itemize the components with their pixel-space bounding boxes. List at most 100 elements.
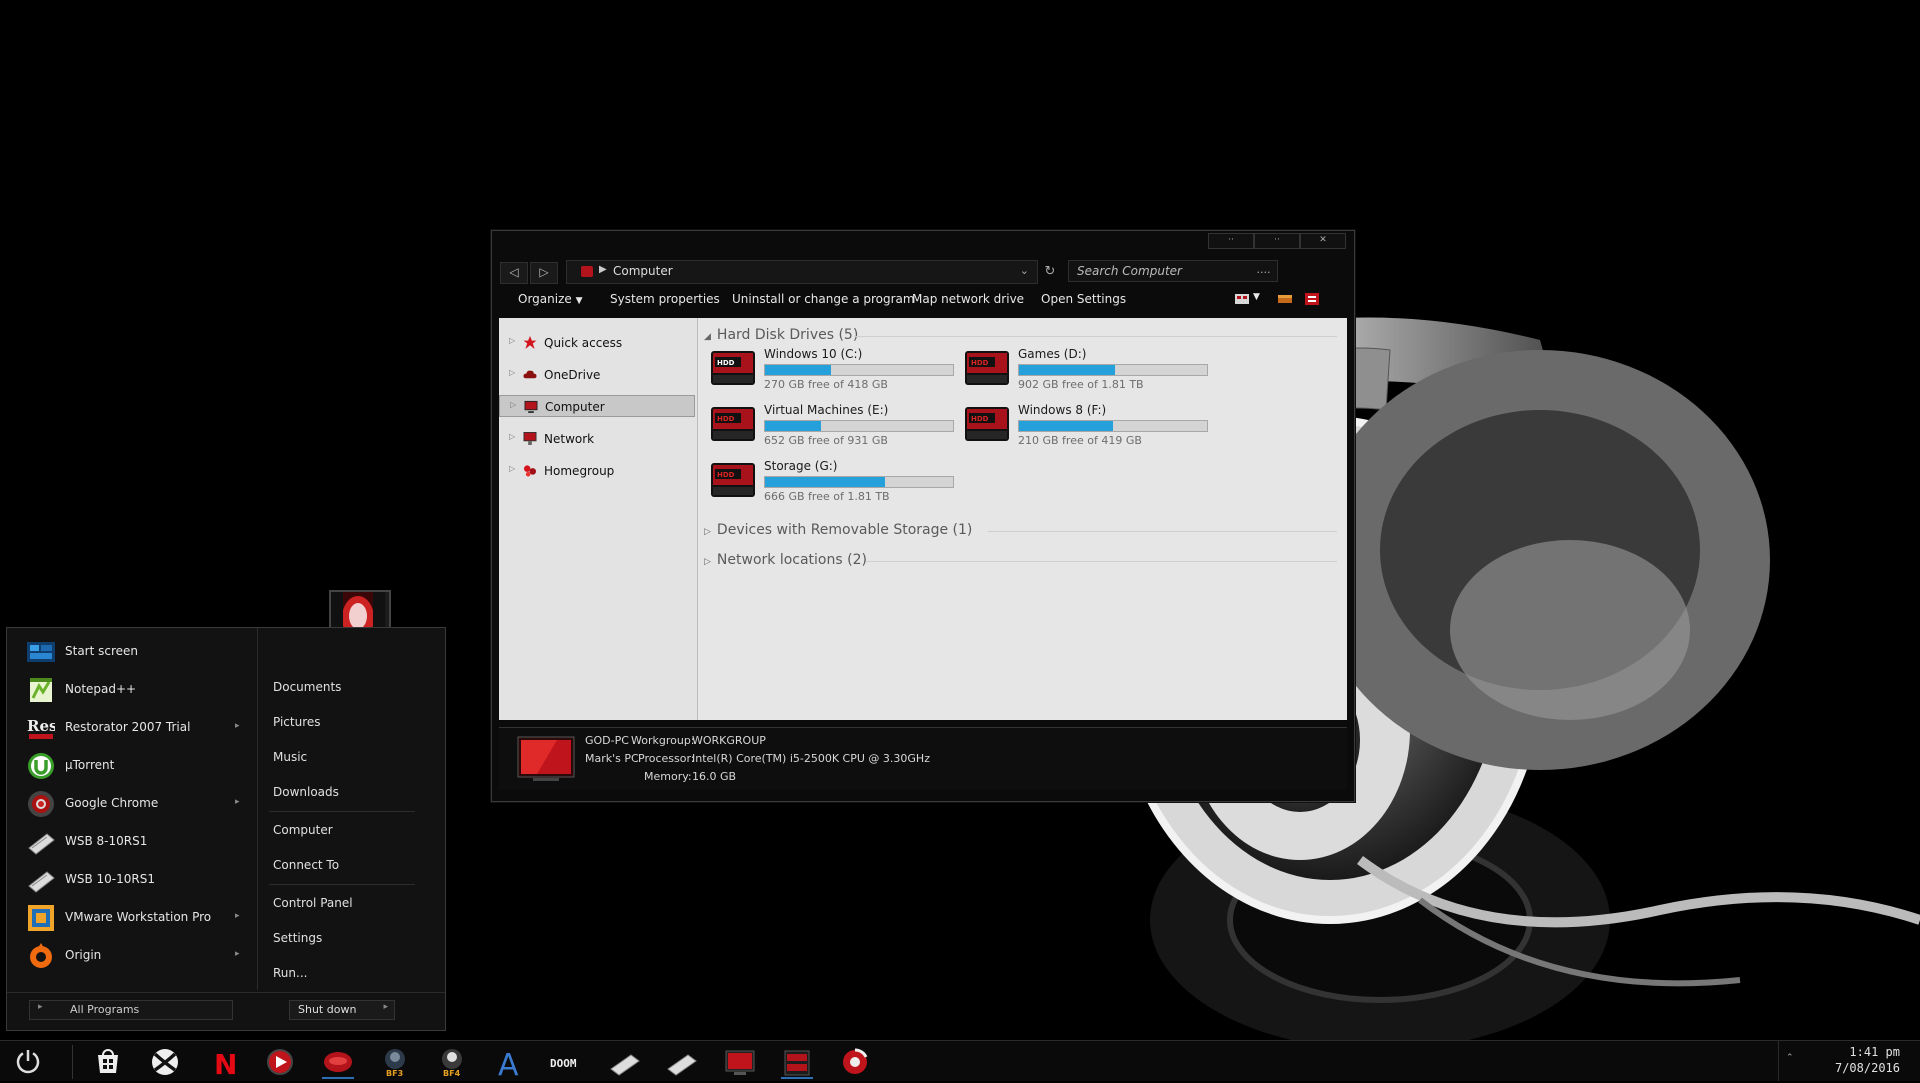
nav-item-onedrive[interactable]: ▷ OneDrive bbox=[499, 364, 695, 386]
organize-button[interactable]: Organize ▼ bbox=[518, 292, 583, 306]
program-origin[interactable]: Origin ▸ bbox=[7, 939, 257, 975]
program-vmware-workstation-pro[interactable]: VMware Workstation Pro ▸ bbox=[7, 901, 257, 937]
svg-text:BF3: BF3 bbox=[386, 1069, 403, 1078]
taskbar-file-explorer[interactable] bbox=[775, 1045, 819, 1079]
expand-arrow-icon[interactable]: ▷ bbox=[509, 368, 515, 377]
drive-windows-10-c[interactable]: HDD Windows 10 (C:) 270 GB free of 418 G… bbox=[710, 345, 960, 391]
minimize-button[interactable]: ⋅⋅ bbox=[1208, 233, 1254, 249]
search-more-button[interactable]: .... bbox=[1257, 263, 1271, 276]
program-wsb-10-10rs1[interactable]: WSB 10-10RS1 bbox=[7, 863, 257, 899]
program-start-screen[interactable]: Start screen bbox=[7, 635, 257, 671]
link-computer[interactable]: Computer bbox=[273, 823, 333, 837]
open-settings-button[interactable]: Open Settings bbox=[1041, 292, 1126, 306]
maximize-button[interactable]: ⋅⋅ bbox=[1254, 233, 1300, 249]
taskbar-bf4[interactable]: BF4 bbox=[430, 1045, 474, 1079]
expand-arrow-icon: ▷ bbox=[704, 527, 711, 537]
all-programs-button[interactable]: ▸ All Programs bbox=[29, 1000, 233, 1020]
help-icon[interactable] bbox=[1305, 293, 1319, 305]
group-divider bbox=[988, 531, 1337, 532]
nav-item-quick-access[interactable]: ▷ Quick access bbox=[499, 332, 695, 354]
search-placeholder: Search Computer bbox=[1077, 264, 1182, 278]
view-options-chevron-icon[interactable]: ▼ bbox=[1253, 292, 1260, 302]
processor-value: Intel(R) Core(TM) i5-2500K CPU @ 3.30GHz bbox=[692, 752, 930, 765]
link-downloads[interactable]: Downloads bbox=[273, 785, 339, 799]
taskbar-wsb-1[interactable] bbox=[603, 1045, 647, 1079]
computer-icon bbox=[725, 1050, 755, 1075]
expand-arrow-icon[interactable]: ▷ bbox=[510, 400, 516, 409]
taskbar-store[interactable] bbox=[86, 1045, 130, 1079]
content-pane: ◢ Hard Disk Drives (5) HDD Windows 10 (C:… bbox=[698, 318, 1347, 720]
expand-arrow-icon[interactable]: ▷ bbox=[509, 336, 515, 345]
taskbar-chrome[interactable] bbox=[833, 1045, 877, 1079]
refresh-icon[interactable]: ↻ bbox=[1040, 262, 1060, 282]
group-divider bbox=[854, 336, 1337, 337]
taskbar-xbox[interactable] bbox=[143, 1045, 187, 1079]
program-restorator[interactable]: Res Restorator 2007 Trial ▸ bbox=[7, 711, 257, 747]
explorer-icon bbox=[784, 1050, 810, 1076]
preview-pane-icon[interactable] bbox=[1278, 293, 1292, 305]
taskbar-computer[interactable] bbox=[718, 1045, 762, 1079]
link-settings[interactable]: Settings bbox=[273, 931, 322, 945]
link-music[interactable]: Music bbox=[273, 750, 307, 764]
taskbar-media-player[interactable] bbox=[258, 1045, 302, 1079]
nav-item-computer[interactable]: ▷ Computer bbox=[499, 395, 695, 417]
shutdown-label: Shut down bbox=[298, 1003, 357, 1016]
program-notepad-plus-plus[interactable]: Notepad++ bbox=[7, 673, 257, 709]
back-button[interactable]: ◁ bbox=[500, 262, 528, 284]
group-title: Devices with Removable Storage (1) bbox=[716, 522, 973, 538]
system-properties-button[interactable]: System properties bbox=[610, 292, 720, 306]
drive-usage-bar bbox=[764, 420, 954, 432]
utorrent-icon bbox=[28, 753, 54, 779]
uninstall-program-button[interactable]: Uninstall or change a program bbox=[732, 292, 915, 306]
taskbar-clock[interactable]: 1:41 pm 7/08/2016 bbox=[1835, 1044, 1900, 1076]
link-run[interactable]: Run... bbox=[273, 966, 307, 980]
taskbar-arma[interactable]: A bbox=[488, 1045, 532, 1083]
view-icon[interactable] bbox=[1235, 293, 1249, 305]
map-network-drive-button[interactable]: Map network drive bbox=[912, 292, 1024, 306]
drive-games-d[interactable]: HDD Games (D:) 902 GB free of 1.81 TB bbox=[964, 345, 1214, 391]
shutdown-options-arrow-icon[interactable]: ▸ bbox=[383, 1002, 388, 1012]
title-bar[interactable]: ⋅⋅ ⋅⋅ ✕ bbox=[492, 231, 1354, 251]
start-menu-divider bbox=[257, 628, 258, 990]
computer-icon bbox=[581, 266, 593, 277]
taskbar-red-app[interactable] bbox=[316, 1045, 360, 1079]
expand-arrow-icon[interactable]: ▷ bbox=[509, 432, 515, 441]
forward-button[interactable]: ▷ bbox=[530, 262, 558, 284]
program-wsb-8-10rs1[interactable]: WSB 8-10RS1 bbox=[7, 825, 257, 861]
nav-item-homegroup[interactable]: ▷ Homegroup bbox=[499, 460, 695, 482]
address-dropdown-icon[interactable]: ⌄ bbox=[1020, 264, 1029, 277]
program-utorrent[interactable]: µTorrent bbox=[7, 749, 257, 785]
network-icon bbox=[523, 432, 537, 445]
drive-storage-g[interactable]: HDD Storage (G:) 666 GB free of 1.81 TB bbox=[710, 457, 960, 503]
address-bar[interactable]: ▶ Computer ⌄ bbox=[566, 260, 1038, 284]
expand-arrow-icon[interactable]: ▷ bbox=[509, 464, 515, 473]
drive-virtual-machines-e[interactable]: HDD Virtual Machines (E:) 652 GB free of… bbox=[710, 401, 960, 447]
tray-overflow-icon[interactable]: ⌃ bbox=[1786, 1053, 1794, 1063]
drive-windows-8-f[interactable]: HDD Windows 8 (F:) 210 GB free of 419 GB bbox=[964, 401, 1214, 447]
address-text: Computer bbox=[613, 264, 673, 278]
search-input[interactable]: Search Computer .... bbox=[1068, 260, 1278, 282]
program-google-chrome[interactable]: Google Chrome ▸ bbox=[7, 787, 257, 823]
taskbar-netflix[interactable]: N bbox=[201, 1045, 245, 1081]
arma-icon: A bbox=[498, 1048, 519, 1083]
taskbar-doom[interactable]: DOOM bbox=[545, 1045, 589, 1079]
submenu-arrow-icon: ▸ bbox=[235, 949, 240, 959]
shutdown-button[interactable]: Shut down ▸ bbox=[289, 1000, 395, 1020]
group-header-network-locations[interactable]: ▷ Network locations (2) bbox=[704, 552, 867, 568]
link-connect-to[interactable]: Connect To bbox=[273, 858, 339, 872]
close-button[interactable]: ✕ bbox=[1300, 233, 1346, 249]
group-header-removable-storage[interactable]: ▷ Devices with Removable Storage (1) bbox=[704, 522, 972, 538]
link-control-panel[interactable]: Control Panel bbox=[273, 896, 353, 910]
link-documents[interactable]: Documents bbox=[273, 680, 341, 694]
drive-name: Storage (G:) bbox=[764, 459, 838, 473]
taskbar-wsb-2[interactable] bbox=[660, 1045, 704, 1079]
tray-divider bbox=[1778, 1041, 1779, 1081]
nav-item-network[interactable]: ▷ Network bbox=[499, 428, 695, 450]
pc-description: Mark's PC bbox=[585, 752, 639, 765]
group-header-hard-disk-drives[interactable]: ◢ Hard Disk Drives (5) bbox=[704, 327, 858, 343]
link-pictures[interactable]: Pictures bbox=[273, 715, 321, 729]
doom-icon: DOOM bbox=[550, 1057, 577, 1070]
program-label: Notepad++ bbox=[65, 682, 137, 696]
start-button[interactable] bbox=[6, 1045, 50, 1079]
taskbar-bf3[interactable]: BF3 bbox=[373, 1045, 417, 1079]
